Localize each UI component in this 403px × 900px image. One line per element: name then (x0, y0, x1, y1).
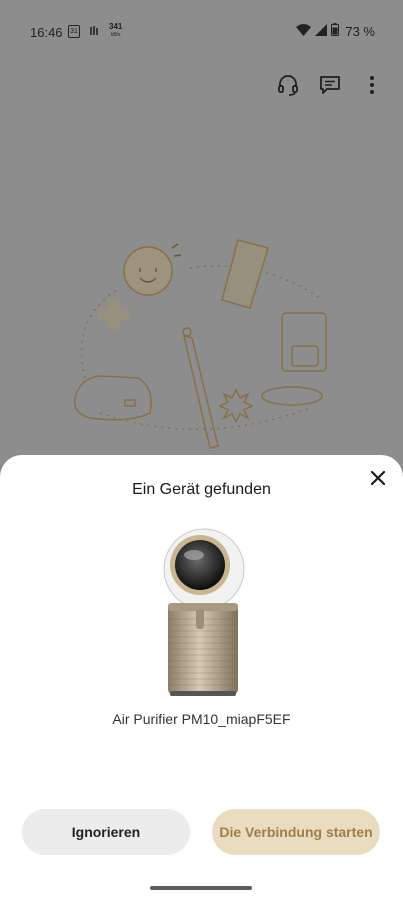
smart-devices-illustration (60, 228, 350, 458)
close-icon[interactable] (369, 469, 387, 487)
sheet-title: Ein Gerät gefunden (132, 481, 271, 498)
more-vert-icon[interactable] (361, 74, 383, 96)
battery-icon (331, 23, 340, 39)
air-purifier-image (158, 527, 248, 699)
battery-percent: 73 % (345, 23, 375, 39)
headset-icon[interactable] (277, 74, 299, 96)
top-actions (277, 74, 383, 96)
home-indicator[interactable] (150, 886, 252, 890)
net-speed-value: 341 (109, 22, 123, 31)
system-icons: 73 % (296, 23, 375, 39)
status-bar: 16:46 31 341 kB/s 73 % (0, 0, 403, 64)
device-found-sheet: Ein Gerät gefunden Air Purifier PM10_mia… (0, 455, 403, 900)
ignore-button[interactable]: Ignorieren (22, 809, 190, 855)
status-time: 16:46 (30, 25, 63, 40)
wifi-icon (296, 23, 312, 39)
screen: 16:46 31 341 kB/s 73 % Ein Gerät gefunde… (0, 0, 403, 900)
notification-icon (89, 25, 99, 40)
net-speed: 341 kB/s (109, 23, 122, 39)
feedback-icon[interactable] (319, 74, 341, 96)
calendar-icon: 31 (68, 25, 80, 38)
start-connection-button[interactable]: Die Verbindung starten (212, 809, 380, 855)
device-name: Air Purifier PM10_miapF5EF (112, 711, 291, 727)
signal-icon (315, 23, 328, 39)
net-speed-unit: kB/s (110, 32, 121, 38)
